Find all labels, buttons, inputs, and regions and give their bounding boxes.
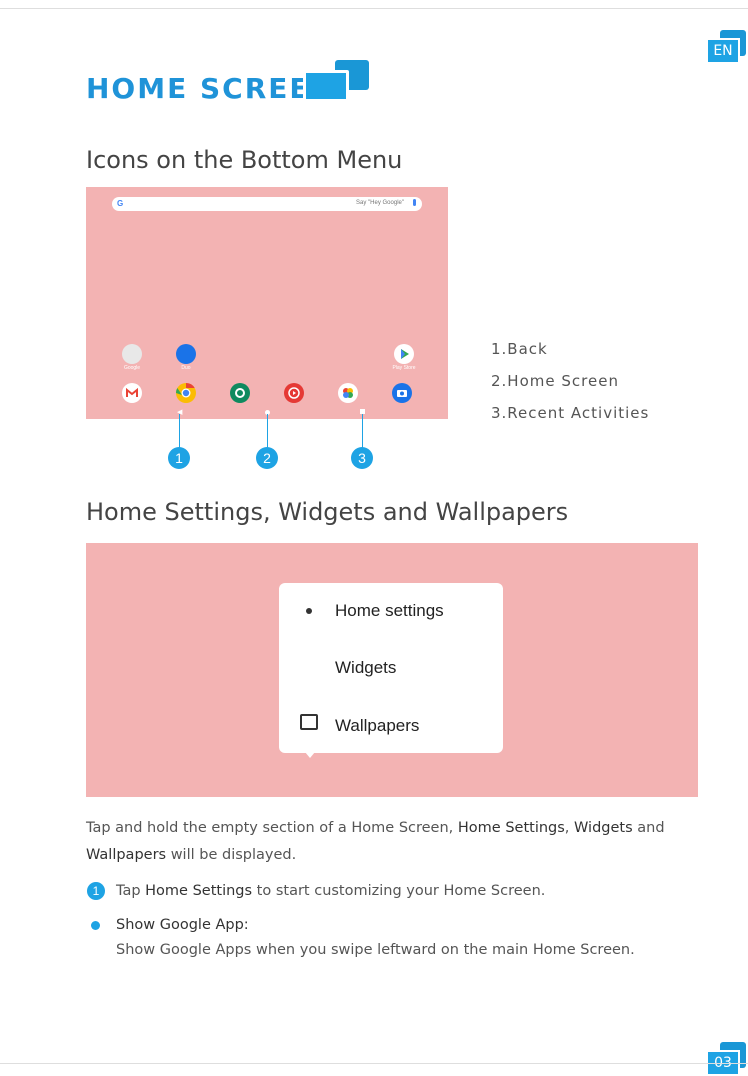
long-press-menu-screenshot: Home settings Widgets Wallpapers — [86, 543, 698, 797]
top-rule — [0, 8, 748, 9]
wallpaper-icon — [300, 714, 318, 730]
chrome-icon — [175, 382, 196, 403]
callout-line — [179, 414, 180, 450]
term-widgets: Widgets — [574, 820, 633, 836]
bullet-text: Show Google Apps when you swipe leftward… — [116, 942, 635, 958]
bullet-icon — [91, 921, 100, 930]
duo-icon — [176, 344, 196, 364]
mic-icon — [413, 199, 416, 206]
bullet-icon — [306, 608, 312, 614]
step-text: Tap Home Settings to start customizing y… — [116, 883, 546, 899]
camera-icon — [392, 383, 412, 403]
menu-item-wallpapers: Wallpapers — [335, 716, 420, 735]
intro-paragraph: Tap and hold the empty section of a Home… — [86, 820, 665, 836]
callout-home: 2 — [256, 447, 278, 469]
menu-item-widgets: Widgets — [335, 658, 397, 677]
play-store-icon — [394, 344, 414, 364]
step-number-badge: 1 — [87, 882, 105, 900]
callout-recents: 3 — [351, 447, 373, 469]
gmail-icon — [122, 383, 142, 403]
home-screen-screenshot: G Say "Hey Google" Google Duo Play Store… — [86, 187, 448, 419]
language-badge: EN — [706, 30, 746, 64]
google-search-bar: G Say "Hey Google" — [112, 197, 422, 211]
bullet-title: Show Google App: — [116, 917, 249, 933]
google-g-icon: G — [117, 199, 124, 208]
photos-icon — [338, 383, 358, 403]
language-label: EN — [706, 38, 740, 64]
section-heading-home-settings: Home Settings, Widgets and Wallpapers — [86, 498, 569, 526]
app-label-play-store: Play Store — [392, 365, 416, 371]
bottom-rule — [0, 1063, 748, 1064]
google-folder-icon — [122, 344, 142, 364]
youtube-music-icon — [284, 383, 304, 403]
page-title: HOME SCREEN — [86, 72, 336, 105]
windows-icon — [303, 60, 369, 102]
callout-line — [362, 414, 363, 450]
term-wallpapers: Wallpapers — [86, 847, 167, 863]
app-label-duo: Duo — [181, 365, 191, 371]
term-home-settings: Home Settings — [457, 820, 565, 836]
intro-paragraph-line2: Wallpapers will be displayed. — [86, 847, 297, 863]
legend-item-back: 1.Back — [491, 340, 548, 358]
popup-pointer — [305, 752, 315, 758]
settings-icon — [230, 383, 250, 403]
callout-back: 1 — [168, 447, 190, 469]
menu-item-home-settings: Home settings — [335, 601, 444, 620]
context-menu: Home settings Widgets Wallpapers — [279, 583, 503, 753]
section-heading-bottom-menu: Icons on the Bottom Menu — [86, 146, 403, 174]
callout-line — [267, 414, 268, 450]
legend-item-home: 2.Home Screen — [491, 372, 619, 390]
term-home-settings: Home Settings — [145, 883, 253, 899]
search-hint: Say "Hey Google" — [356, 200, 404, 206]
app-label-google: Google — [123, 365, 141, 371]
legend-item-recents: 3.Recent Activities — [491, 404, 650, 422]
